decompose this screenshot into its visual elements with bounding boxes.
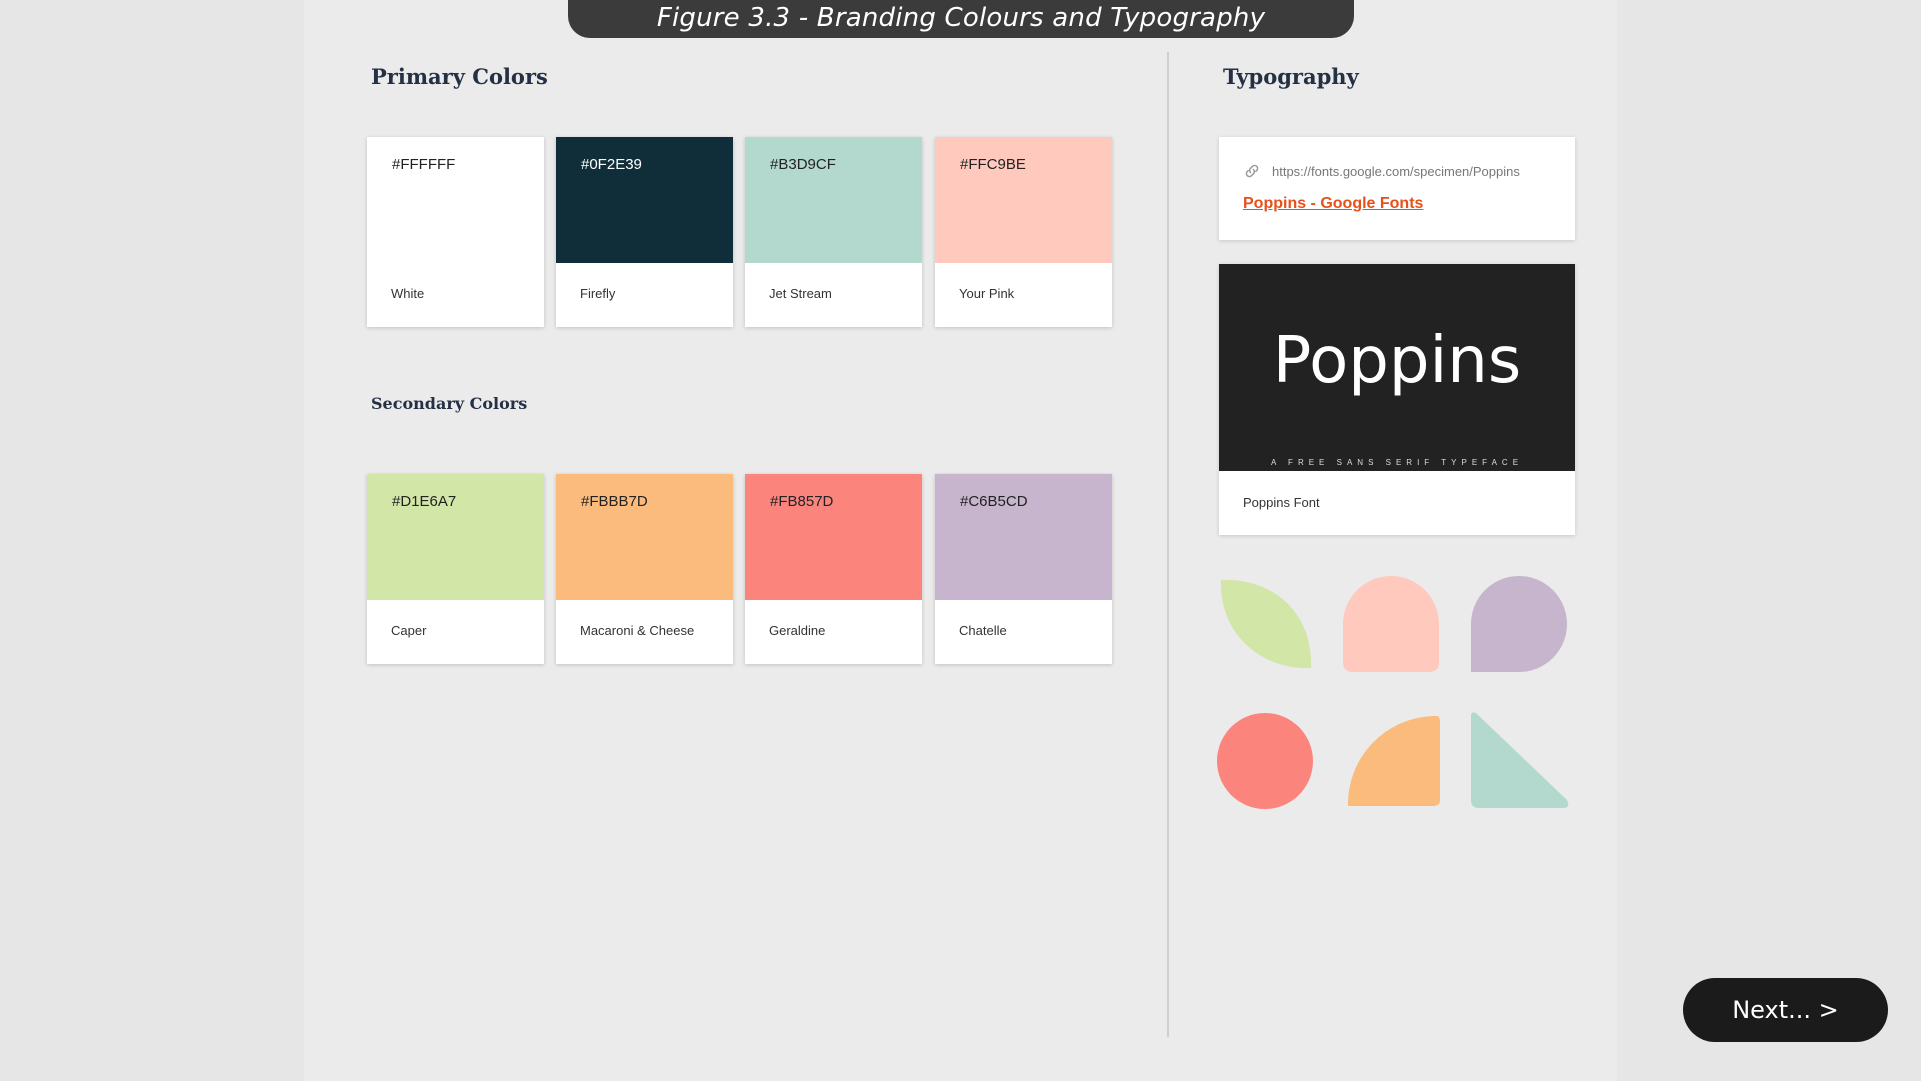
swatch-hex: #FBBB7D bbox=[581, 493, 648, 510]
circle-shape bbox=[1217, 713, 1313, 809]
swatch-your-pink: #FFC9BE Your Pink bbox=[935, 137, 1112, 327]
font-link[interactable]: Poppins - Google Fonts bbox=[1243, 195, 1423, 213]
primary-colors-heading: Primary Colors bbox=[371, 64, 548, 89]
swatch-name: Chatelle bbox=[959, 623, 1007, 638]
swatch-hex: #FB857D bbox=[770, 493, 834, 510]
left-margin bbox=[0, 0, 304, 1081]
right-margin bbox=[1617, 0, 1921, 1081]
font-preview-text: Poppins bbox=[1272, 324, 1522, 398]
swatch-hex: #FFFFFF bbox=[392, 156, 456, 173]
column-divider bbox=[1167, 52, 1169, 1037]
swatch-name: Macaroni & Cheese bbox=[580, 623, 695, 638]
secondary-colors-heading: Secondary Colors bbox=[371, 394, 528, 413]
swatch-name: Your Pink bbox=[959, 286, 1015, 301]
swatch-geraldine: #FB857D Geraldine bbox=[745, 474, 922, 664]
font-name-caption: Poppins Font bbox=[1243, 495, 1320, 510]
swatch-chatelle: #C6B5CD Chatelle bbox=[935, 474, 1112, 664]
swatch-jet-stream: #B3D9CF Jet Stream bbox=[745, 137, 922, 327]
swatch-caper: #D1E6A7 Caper bbox=[367, 474, 544, 664]
swatch-name: Geraldine bbox=[769, 623, 826, 638]
figure-title: Figure 3.3 - Branding Colours and Typogr… bbox=[568, 0, 1354, 38]
link-icon bbox=[1245, 164, 1259, 178]
swatch-name: Jet Stream bbox=[769, 286, 832, 301]
brand-shapes bbox=[1217, 576, 1569, 809]
typography-heading: Typography bbox=[1223, 64, 1359, 89]
swatch-firefly: #0F2E39 Firefly bbox=[556, 137, 733, 327]
leaf-shape bbox=[1220, 579, 1312, 669]
quarter-shape bbox=[1347, 716, 1440, 806]
swatch-hex: #0F2E39 bbox=[581, 156, 642, 173]
font-preview-image: Poppins A FREE SANS SERIF TYPEFACE bbox=[1219, 264, 1575, 471]
triangle-shape bbox=[1471, 712, 1569, 808]
swatch-macaroni-cheese: #FBBB7D Macaroni & Cheese bbox=[556, 474, 733, 664]
next-button[interactable]: Next... > bbox=[1683, 978, 1888, 1042]
swatch-name: Firefly bbox=[580, 286, 616, 301]
font-preview-card: Poppins A FREE SANS SERIF TYPEFACE Poppi… bbox=[1219, 264, 1575, 535]
font-link-card[interactable]: https://fonts.google.com/specimen/Poppin… bbox=[1219, 137, 1575, 240]
link-url: https://fonts.google.com/specimen/Poppin… bbox=[1272, 164, 1520, 179]
arch-shape bbox=[1343, 576, 1439, 672]
swatch-white: #FFFFFF White bbox=[367, 137, 544, 327]
swatch-hex: #D1E6A7 bbox=[392, 493, 457, 510]
drop-shape bbox=[1471, 576, 1567, 672]
font-preview-subtitle: A FREE SANS SERIF TYPEFACE bbox=[1270, 458, 1524, 467]
swatch-name: White bbox=[391, 286, 425, 301]
swatch-name: Caper bbox=[391, 623, 427, 638]
swatch-hex: #B3D9CF bbox=[770, 156, 836, 173]
swatch-hex: #FFC9BE bbox=[960, 156, 1026, 173]
swatch-hex: #C6B5CD bbox=[960, 493, 1028, 510]
